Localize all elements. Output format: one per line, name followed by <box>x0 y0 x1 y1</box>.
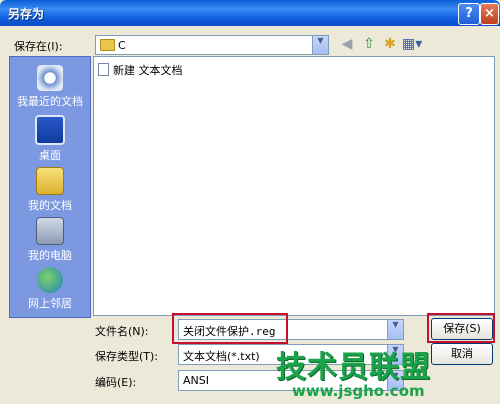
back-icon[interactable]: ◀ <box>339 36 355 52</box>
views-menu-icon[interactable]: ▦▾ <box>402 36 422 52</box>
watermark-brand: 技术员联盟 <box>276 350 431 385</box>
save-in-dropdown[interactable]: C ▼ <box>95 35 329 55</box>
folder-icon <box>100 39 115 51</box>
encoding-value: ANSI <box>183 374 209 387</box>
place-label: 我的电脑 <box>28 249 72 262</box>
watermark-url: www.jsgho.com <box>292 382 425 400</box>
places-bar: 我最近的文档 桌面 我的文档 我的电脑 网上邻居 <box>9 56 91 318</box>
title-bar: 另存为 ? × <box>0 0 500 26</box>
place-my-computer[interactable]: 我的电脑 <box>10 217 90 263</box>
place-network-places[interactable]: 网上邻居 <box>10 267 90 311</box>
text-document-icon <box>98 63 109 76</box>
watermark: 技术员联盟 www.jsgho.com <box>272 338 500 404</box>
my-documents-icon <box>36 167 64 195</box>
place-recent-documents[interactable]: 我最近的文档 <box>10 65 90 109</box>
save-as-dialog: 另存为 ? × 保存在(I): C ▼ ◀ ⇧ ✱ ▦▾ 我最近的文档 桌面 我… <box>0 0 500 404</box>
recent-documents-icon <box>37 65 63 91</box>
new-folder-icon[interactable]: ✱ <box>382 36 398 52</box>
encoding-label: 编码(E): <box>95 376 137 389</box>
place-label: 桌面 <box>39 149 61 162</box>
up-folder-icon[interactable]: ⇧ <box>361 36 377 52</box>
file-list[interactable]: 新建 文本文档 <box>93 56 495 316</box>
place-label: 网上邻居 <box>28 297 72 310</box>
filetype-label: 保存类型(T): <box>95 350 159 363</box>
place-my-documents[interactable]: 我的文档 <box>10 167 90 213</box>
chevron-down-icon: ▼ <box>387 320 403 339</box>
place-desktop[interactable]: 桌面 <box>10 115 90 163</box>
my-computer-icon <box>36 217 64 245</box>
filetype-value: 文本文档(*.txt) <box>183 350 260 363</box>
chevron-down-icon: ▼ <box>312 36 328 54</box>
list-item[interactable]: 新建 文本文档 <box>98 62 183 78</box>
location-value: C <box>118 39 126 52</box>
place-label: 我最近的文档 <box>17 95 83 108</box>
help-button[interactable]: ? <box>458 3 480 25</box>
desktop-icon <box>35 115 65 145</box>
filename-highlight-box <box>172 313 288 344</box>
save-in-label: 保存在(I): <box>14 40 63 53</box>
network-places-icon <box>37 267 63 293</box>
window-title: 另存为 <box>8 7 45 21</box>
place-label: 我的文档 <box>28 199 72 212</box>
file-name: 新建 文本文档 <box>113 64 183 77</box>
close-button[interactable]: × <box>480 3 499 25</box>
filename-label: 文件名(N): <box>95 325 149 338</box>
